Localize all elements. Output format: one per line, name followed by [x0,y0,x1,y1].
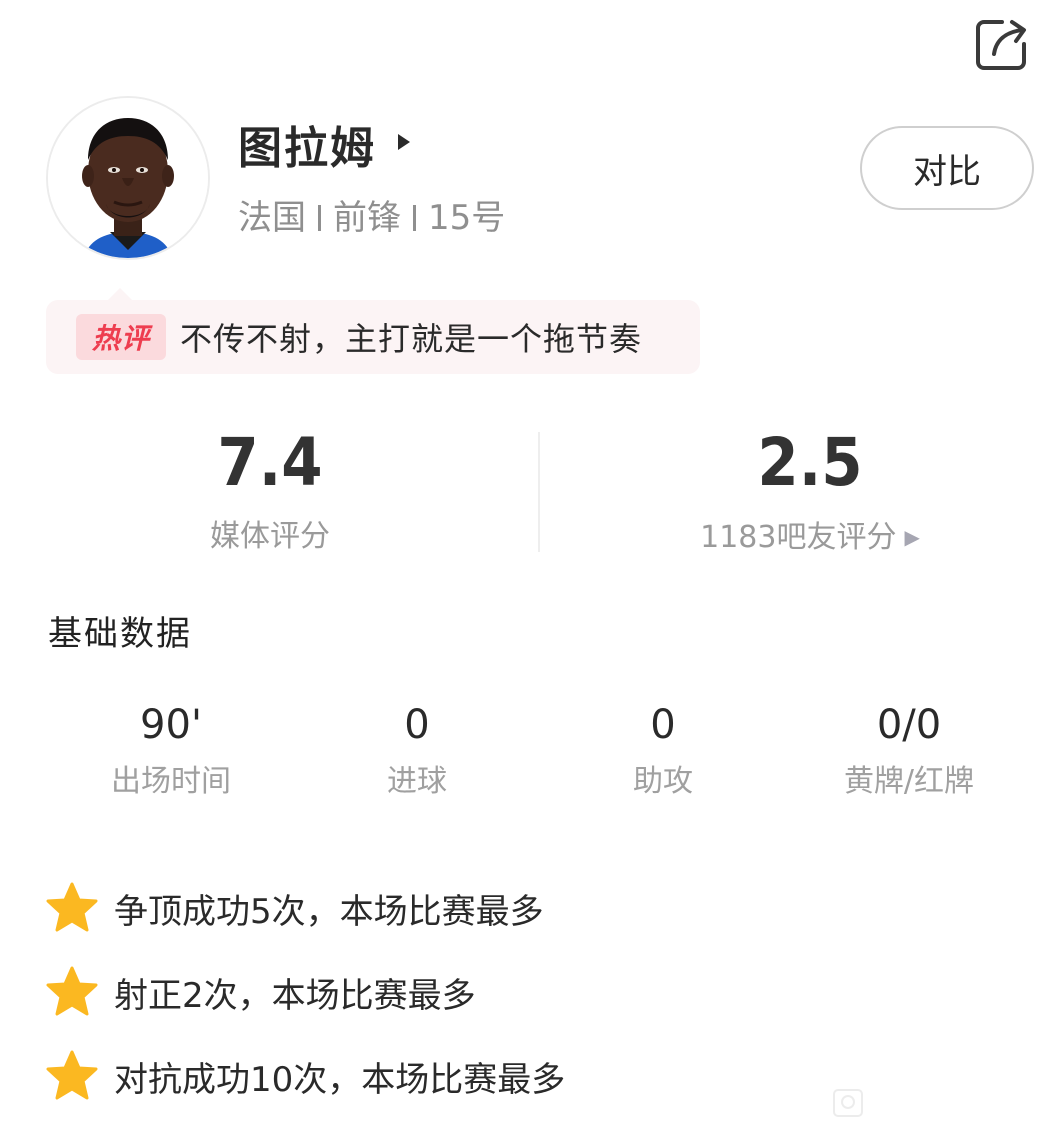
basic-stats: 90' 出场时间 0 进球 0 助攻 0/0 黄牌/红牌 [48,700,1032,802]
stat-value: 0 [404,702,430,748]
fan-rating-label: 1183吧友评分 [700,520,897,555]
watermark-icon [833,1089,863,1117]
player-meta: 法国 前锋 15号 [238,190,505,239]
meta-divider [413,205,416,231]
player-avatar[interactable] [46,96,210,260]
stat-value: 0/0 [876,702,942,748]
highlight-item: 对抗成功10次，本场比赛最多 [44,1046,565,1106]
meta-divider [318,205,321,231]
stat-label: 助攻 [633,764,693,799]
star-icon [46,882,98,932]
player-nationality: 法国 [238,198,306,238]
star-icon [46,966,98,1016]
stat-label: 黄牌/红牌 [843,764,975,799]
fan-rating-label-row: 1183吧友评分 ▶ [540,518,1052,557]
section-title-basic-stats: 基础数据 [48,614,192,654]
highlight-text: 争顶成功5次，本场比赛最多 [114,891,544,932]
player-name[interactable]: 图拉姆 [238,112,376,176]
stat-value: 0 [650,702,676,748]
highlight-item: 射正2次，本场比赛最多 [44,962,565,1022]
star-icon [46,1050,98,1100]
highlight-item: 争顶成功5次，本场比赛最多 [44,878,565,938]
media-rating-value: 7.4 [217,424,323,501]
stat-label: 出场时间 [111,764,231,799]
fan-rating[interactable]: 2.5 1183吧友评分 ▶ [540,428,1052,557]
compare-button[interactable]: 对比 [860,126,1034,210]
stat-assists: 0 助攻 [540,700,786,802]
player-number: 15号 [428,198,506,238]
hot-comment-pointer [108,288,132,300]
highlight-text: 射正2次，本场比赛最多 [114,975,476,1016]
stat-label: 进球 [387,764,447,799]
play-triangle-icon[interactable] [396,132,412,156]
fan-rating-value: 2.5 [757,424,863,501]
stat-playing-time: 90' 出场时间 [48,700,294,802]
highlights-list: 争顶成功5次，本场比赛最多 射正2次，本场比赛最多 对抗成功10次，本场比赛最多 [44,878,565,1130]
highlight-text: 对抗成功10次，本场比赛最多 [114,1059,566,1100]
stat-value: 90' [140,702,202,748]
stat-cards: 0/0 黄牌/红牌 [786,700,1032,802]
stat-goals: 0 进球 [294,700,540,802]
player-photo [48,98,208,258]
media-rating: 7.4 媒体评分 [0,428,540,556]
share-icon[interactable] [972,14,1030,72]
hot-comment-text: 不传不射，主打就是一个拖节奏 [180,320,643,358]
play-triangle-icon: ▶ [904,525,920,549]
player-position: 前锋 [333,198,401,238]
media-rating-label: 媒体评分 [210,519,330,554]
hot-comment[interactable]: 热评 不传不射，主打就是一个拖节奏 [46,300,700,374]
hot-comment-tag: 热评 [76,314,166,360]
